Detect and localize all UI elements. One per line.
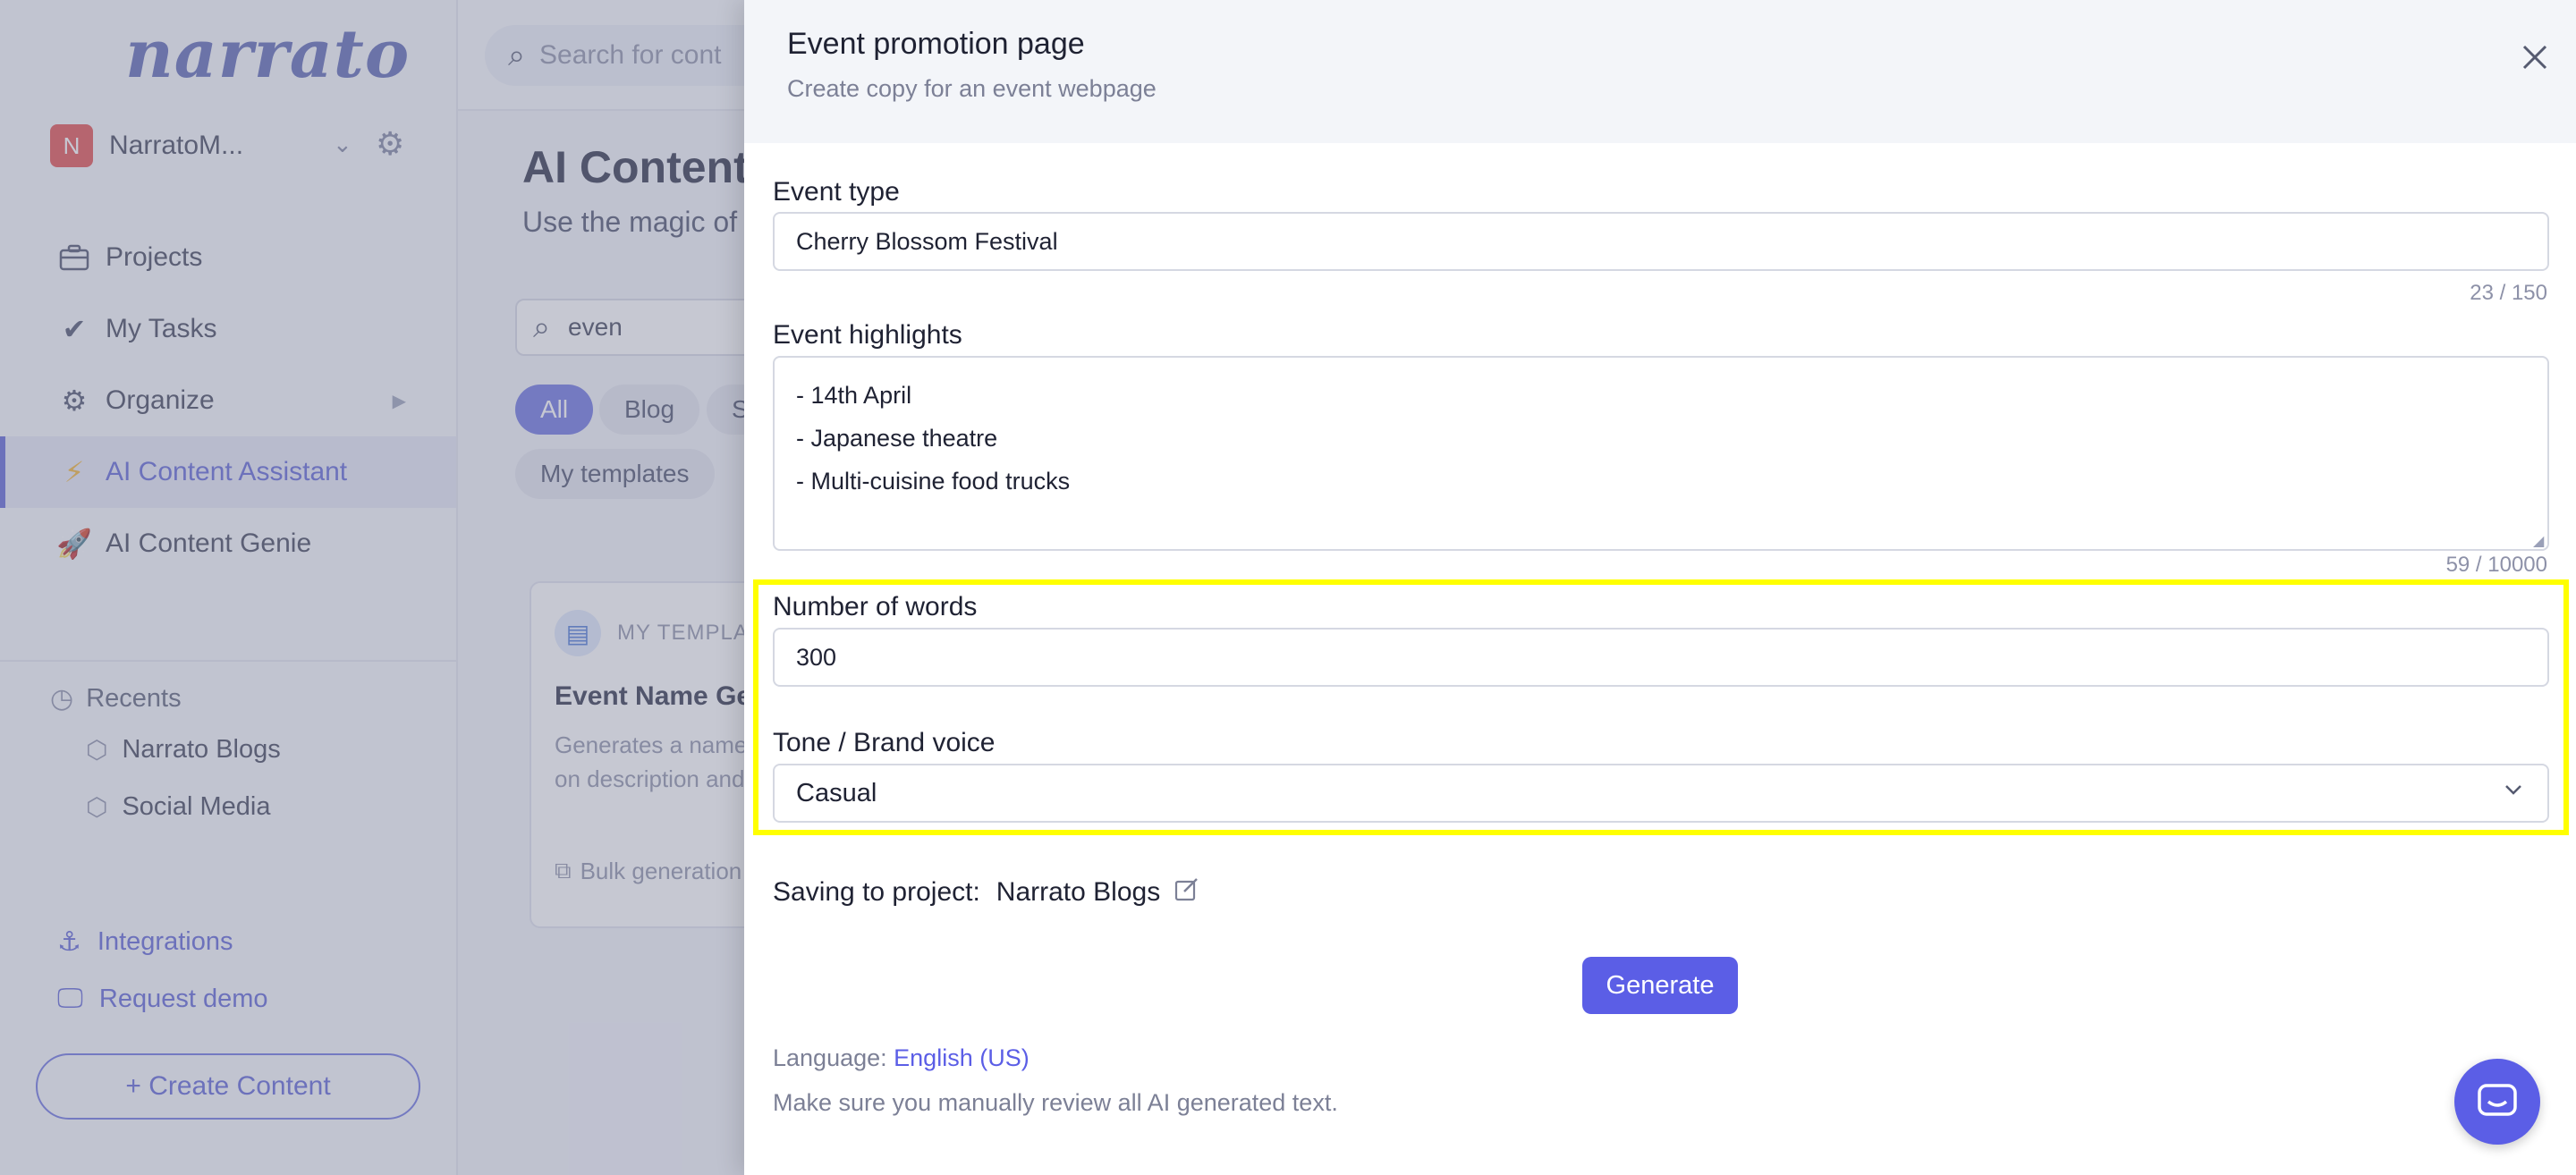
event-type-input[interactable] [773,212,2549,271]
chat-support-button[interactable] [2454,1059,2540,1145]
event-highlights-counter: 59 / 10000 [2445,553,2547,577]
review-note: Make sure you manually review all AI gen… [773,1089,1338,1116]
tone-select[interactable]: Casual [773,764,2549,823]
event-type-label: Event type [773,177,900,207]
event-highlights-textarea[interactable] [773,356,2549,551]
edit-icon[interactable] [1174,876,1199,909]
event-highlights-label: Event highlights [773,320,962,350]
event-type-counter: 23 / 150 [2470,281,2547,305]
saving-to-project: Saving to project: Narrato Blogs [773,876,1199,909]
language-label: Language: [773,1044,887,1071]
number-of-words-label: Number of words [773,592,978,621]
drawer-header: Event promotion page Create copy for an … [744,0,2576,143]
drawer-subtitle: Create copy for an event webpage [787,75,1157,102]
event-promotion-drawer: Event promotion page Create copy for an … [744,0,2576,1175]
tone-label: Tone / Brand voice [773,728,996,757]
chevron-down-icon [2503,778,2524,807]
generate-button[interactable]: Generate [1582,957,1738,1014]
language-row: Language: English (US) [773,1044,1030,1072]
saving-project-name: Narrato Blogs [996,877,1161,907]
language-link[interactable]: English (US) [894,1044,1030,1071]
drawer-title: Event promotion page [787,27,1085,61]
close-icon[interactable] [2512,34,2558,80]
tone-selected-value: Casual [796,778,877,807]
saving-label: Saving to project: [773,877,980,907]
resize-handle-icon[interactable]: ◢ [2533,535,2547,549]
number-of-words-input[interactable] [773,628,2549,687]
